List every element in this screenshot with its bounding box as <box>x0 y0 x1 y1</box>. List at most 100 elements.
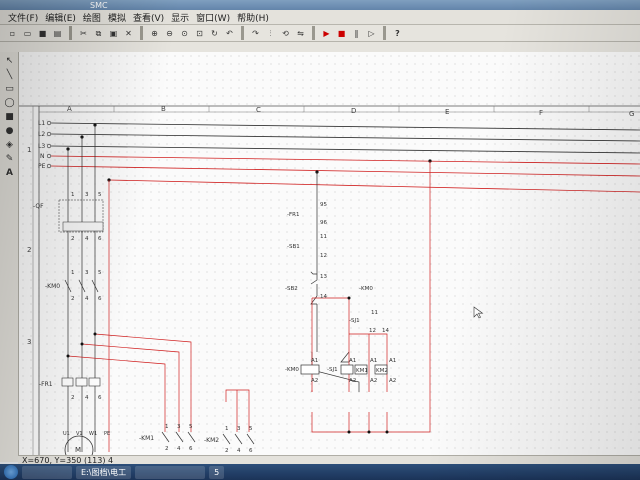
motor-terminal: U1 <box>63 431 70 437</box>
menu-window[interactable]: 窗口(W) <box>196 11 230 24</box>
pin-label: 14 <box>320 294 327 300</box>
menu-bar: 文件(F) 编辑(E) 绘图 模拟 查看(V) 显示 窗口(W) 帮助(H) <box>0 10 640 25</box>
fill-rect-tool-icon[interactable]: ■ <box>4 112 15 123</box>
pin-label: A1 <box>311 358 318 364</box>
pen-tool-icon[interactable]: ✎ <box>4 154 15 165</box>
delete-icon[interactable]: ✕ <box>122 27 135 40</box>
copy-icon[interactable]: ⧉ <box>92 27 105 40</box>
sj1-coil-label: -SJ1 <box>327 367 338 373</box>
taskbar-item[interactable] <box>22 465 72 479</box>
menu-simulate[interactable]: 模拟 <box>108 11 126 24</box>
contactor-km2-contacts[interactable]: -KM2 <box>204 433 255 445</box>
toolbar-separator <box>241 26 244 40</box>
pin-label: 6 <box>98 236 102 242</box>
motor[interactable]: M U1 V1 W1 PE <box>63 431 110 465</box>
redo-icon[interactable]: ↷ <box>249 27 262 40</box>
zoom-out-icon[interactable]: ⊖ <box>163 27 176 40</box>
cut-icon[interactable]: ✂ <box>77 27 90 40</box>
toolbar: ▫ ▭ ■ ▤ ✂ ⧉ ▣ ✕ ⊕ ⊖ ⊙ ⊡ ↻ ↶ ↷ ⫶ ⟲ ⇋ ▶ ■ … <box>0 25 640 42</box>
pin-label: 3 <box>177 424 181 430</box>
fr1-label: -FR1 <box>39 381 53 388</box>
step-icon[interactable]: ▷ <box>365 27 378 40</box>
refresh-icon[interactable]: ↻ <box>208 27 221 40</box>
column-label: G <box>629 110 634 118</box>
pin-label: 5 <box>189 424 193 430</box>
taskbar-item[interactable] <box>135 465 206 479</box>
motor-label: M <box>75 446 81 454</box>
pin-label: 4 <box>237 448 241 454</box>
pin-label: 12 <box>320 253 327 259</box>
align-icon[interactable]: ⫶ <box>264 27 277 40</box>
rotate-icon[interactable]: ⟲ <box>279 27 292 40</box>
pin-label: 2 <box>165 446 169 452</box>
pin-label: 6 <box>98 296 102 302</box>
thermal-relay-fr1[interactable]: -FR1 <box>39 377 101 388</box>
stop-icon[interactable]: ■ <box>335 27 348 40</box>
pause-icon[interactable]: ‖ <box>350 27 363 40</box>
pin-label: A2 <box>389 378 396 384</box>
motor-terminal: W1 <box>89 431 97 437</box>
mirror-icon[interactable]: ⇋ <box>294 27 307 40</box>
pin-label: 1 <box>71 270 75 276</box>
contactor-km1-contacts[interactable]: -KM1 <box>139 431 196 443</box>
start-button[interactable] <box>4 465 18 479</box>
pin-label: 1 <box>165 424 169 430</box>
undo-icon[interactable]: ↶ <box>223 27 236 40</box>
coil-km0[interactable] <box>300 364 320 375</box>
pin-label: A1 <box>349 358 356 364</box>
pin-label: 6 <box>189 446 193 452</box>
window-title: SMC <box>90 1 108 10</box>
menu-help[interactable]: 帮助(H) <box>237 11 269 24</box>
km0-coil-label: -KM0 <box>285 367 299 373</box>
fr-contact-label: -FR1 <box>287 212 299 218</box>
pin-label: 13 <box>320 274 327 280</box>
km1-contacts-label: -KM1 <box>139 435 154 442</box>
drawing-toolbox: ↖ ╲ ▭ ◯ ■ ● ◈ ✎ A <box>0 52 19 462</box>
km0-main-label: -KM0 <box>45 283 60 290</box>
zoom-fit-icon[interactable]: ⊙ <box>178 27 191 40</box>
zoom-window-icon[interactable]: ⊡ <box>193 27 206 40</box>
pin-label: 1 <box>225 426 229 432</box>
menu-file[interactable]: 文件(F) <box>8 11 38 24</box>
save-icon[interactable]: ■ <box>36 27 49 40</box>
coil-sj1[interactable] <box>340 364 354 375</box>
pin-label: 2 <box>225 448 229 454</box>
column-label: D <box>351 107 356 115</box>
ellipse-tool-icon[interactable]: ◯ <box>4 98 15 109</box>
column-label: C <box>256 106 261 114</box>
pin-label: 2 <box>71 395 75 401</box>
menu-view[interactable]: 查看(V) <box>133 11 164 24</box>
menu-edit[interactable]: 编辑(E) <box>45 11 76 24</box>
pin-label: 5 <box>98 270 102 276</box>
pin-label: A2 <box>349 378 356 384</box>
paste-icon[interactable]: ▣ <box>107 27 120 40</box>
pin-label: 2 <box>71 236 75 242</box>
open-icon[interactable]: ▭ <box>21 27 34 40</box>
drawing-canvas[interactable]: A B C D E F G 1 2 3 L1 L2 L3 N PE -QF -K… <box>19 52 640 465</box>
pointer-icon[interactable]: ↖ <box>4 56 15 67</box>
run-icon[interactable]: ▶ <box>320 27 333 40</box>
fill-ellipse-tool-icon[interactable]: ● <box>4 126 15 137</box>
rectangle-tool-icon[interactable]: ▭ <box>4 84 15 95</box>
pin-label: 5 <box>98 192 102 198</box>
print-icon[interactable]: ▤ <box>51 27 64 40</box>
km1-coil-label: KM1 <box>356 368 368 374</box>
taskbar-item[interactable]: 5 <box>209 465 225 479</box>
zoom-in-icon[interactable]: ⊕ <box>148 27 161 40</box>
taskbar-item[interactable]: E:\图档\电工 <box>76 465 132 479</box>
sb1-label: -SB1 <box>287 244 300 250</box>
line-tool-icon[interactable]: ╲ <box>4 70 15 81</box>
menu-display[interactable]: 显示 <box>171 11 189 24</box>
new-icon[interactable]: ▫ <box>6 27 19 40</box>
text-tool-icon[interactable]: A <box>4 168 15 179</box>
km2-coil-label: KM2 <box>376 368 388 374</box>
menu-draw[interactable]: 绘图 <box>83 11 101 24</box>
help-icon[interactable]: ? <box>391 27 404 40</box>
pin-label: 95 <box>320 202 327 208</box>
main-contactor-km0[interactable]: -KM0 <box>45 279 99 293</box>
pin-label: 4 <box>85 236 89 242</box>
power-buses <box>50 122 640 193</box>
pin-label: A2 <box>311 378 318 384</box>
fill-tool-icon[interactable]: ◈ <box>4 140 15 151</box>
column-label: A <box>67 105 72 113</box>
